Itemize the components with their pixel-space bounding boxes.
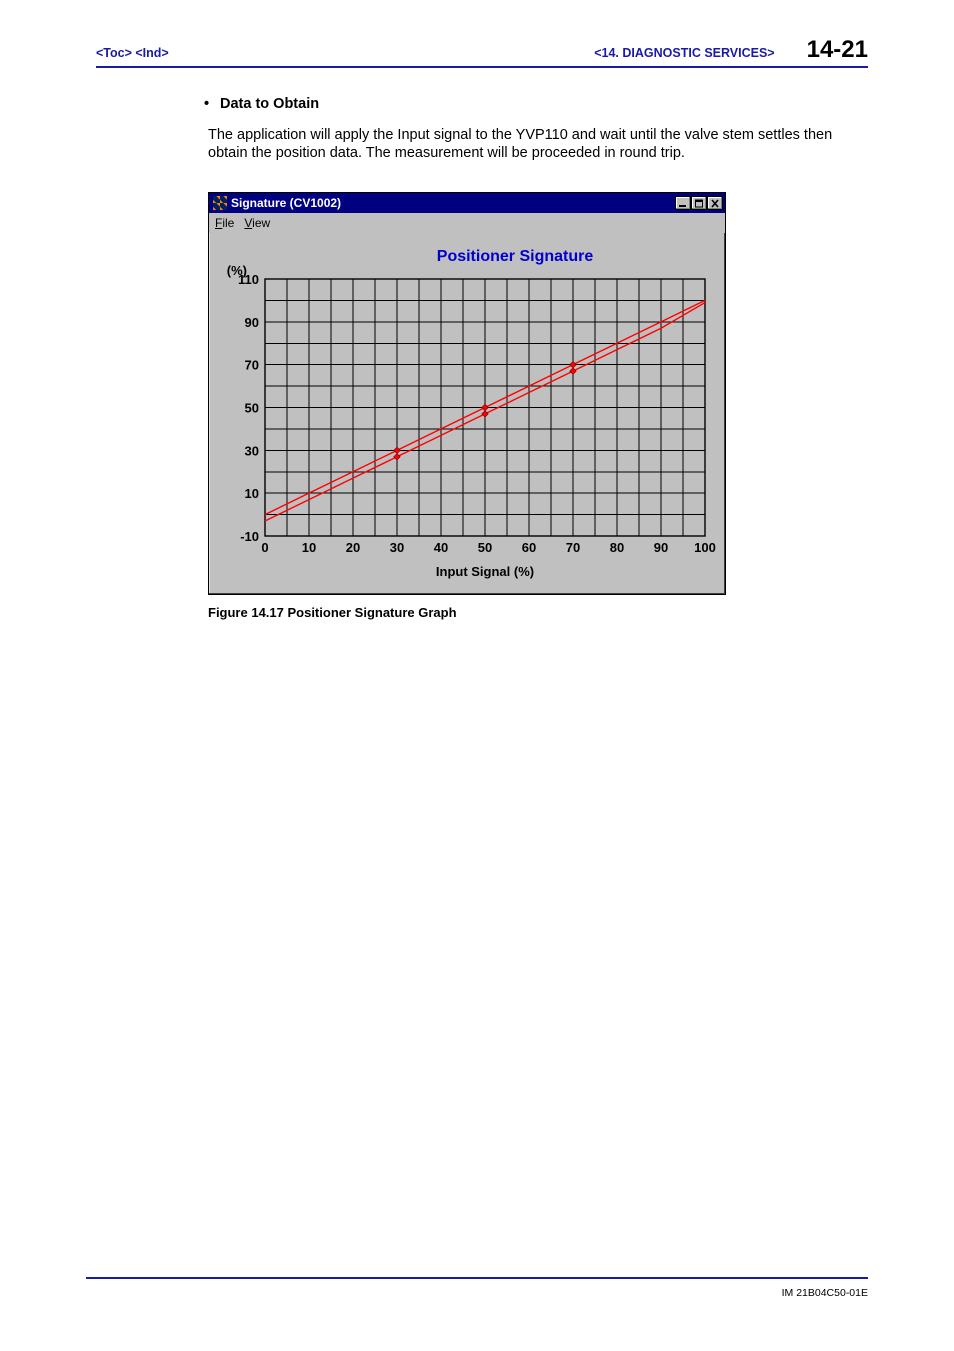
y-tick-label: -10 — [240, 529, 259, 544]
page-footer: IM 21B04C50-01E — [86, 1277, 868, 1299]
x-axis-label: Input Signal (%) — [436, 564, 534, 579]
x-tick-label: 40 — [434, 540, 448, 555]
x-tick-label: 10 — [302, 540, 316, 555]
data-marker — [482, 405, 488, 411]
x-tick-label: 90 — [654, 540, 668, 555]
menu-view[interactable]: View — [244, 216, 270, 230]
signature-window: Signature (CV1002) File View — [208, 192, 726, 595]
data-marker — [394, 454, 400, 460]
data-marker — [570, 368, 576, 374]
header-section[interactable]: <14. DIAGNOSTIC SERVICES> — [594, 46, 774, 60]
data-marker — [570, 362, 576, 368]
minimize-icon — [678, 199, 688, 207]
close-button[interactable] — [707, 196, 723, 210]
x-tick-label: 100 — [694, 540, 716, 555]
x-tick-label: 60 — [522, 540, 536, 555]
positioner-signature-chart: Positioner Signature(%)01020304050607080… — [217, 239, 717, 584]
y-tick-label: 50 — [245, 401, 259, 416]
y-tick-label: 90 — [245, 315, 259, 330]
x-tick-label: 50 — [478, 540, 492, 555]
x-tick-label: 80 — [610, 540, 624, 555]
window-title: Signature (CV1002) — [231, 196, 341, 210]
minimize-button[interactable] — [675, 196, 691, 210]
x-tick-label: 0 — [261, 540, 268, 555]
menu-file[interactable]: File — [215, 216, 234, 230]
footer-rule — [86, 1277, 868, 1279]
titlebar[interactable]: Signature (CV1002) — [209, 193, 725, 213]
data-marker — [394, 447, 400, 453]
y-tick-label: 110 — [238, 272, 259, 287]
maximize-button[interactable] — [691, 196, 707, 210]
footer-doc-id: IM 21B04C50-01E — [86, 1287, 868, 1299]
menubar: File View — [209, 213, 725, 233]
page-header: <Toc> <Ind> <14. DIAGNOSTIC SERVICES> 14… — [96, 36, 868, 68]
x-tick-label: 70 — [566, 540, 580, 555]
app-icon — [213, 196, 227, 210]
x-tick-label: 30 — [390, 540, 404, 555]
chart-title: Positioner Signature — [437, 248, 594, 265]
figure-caption: Figure 14.17 Positioner Signature Graph — [208, 605, 858, 620]
body-paragraph: The application will apply the Input sig… — [208, 126, 858, 162]
y-tick-label: 10 — [245, 486, 259, 501]
x-tick-label: 20 — [346, 540, 360, 555]
header-left-links[interactable]: <Toc> <Ind> — [96, 46, 169, 60]
bullet-heading: Data to Obtain — [208, 96, 858, 112]
y-tick-label: 70 — [245, 358, 259, 373]
data-marker — [482, 411, 488, 417]
header-page-number: 14-21 — [807, 36, 868, 64]
maximize-icon — [694, 199, 704, 208]
y-tick-label: 30 — [245, 444, 259, 459]
close-icon — [710, 199, 720, 208]
